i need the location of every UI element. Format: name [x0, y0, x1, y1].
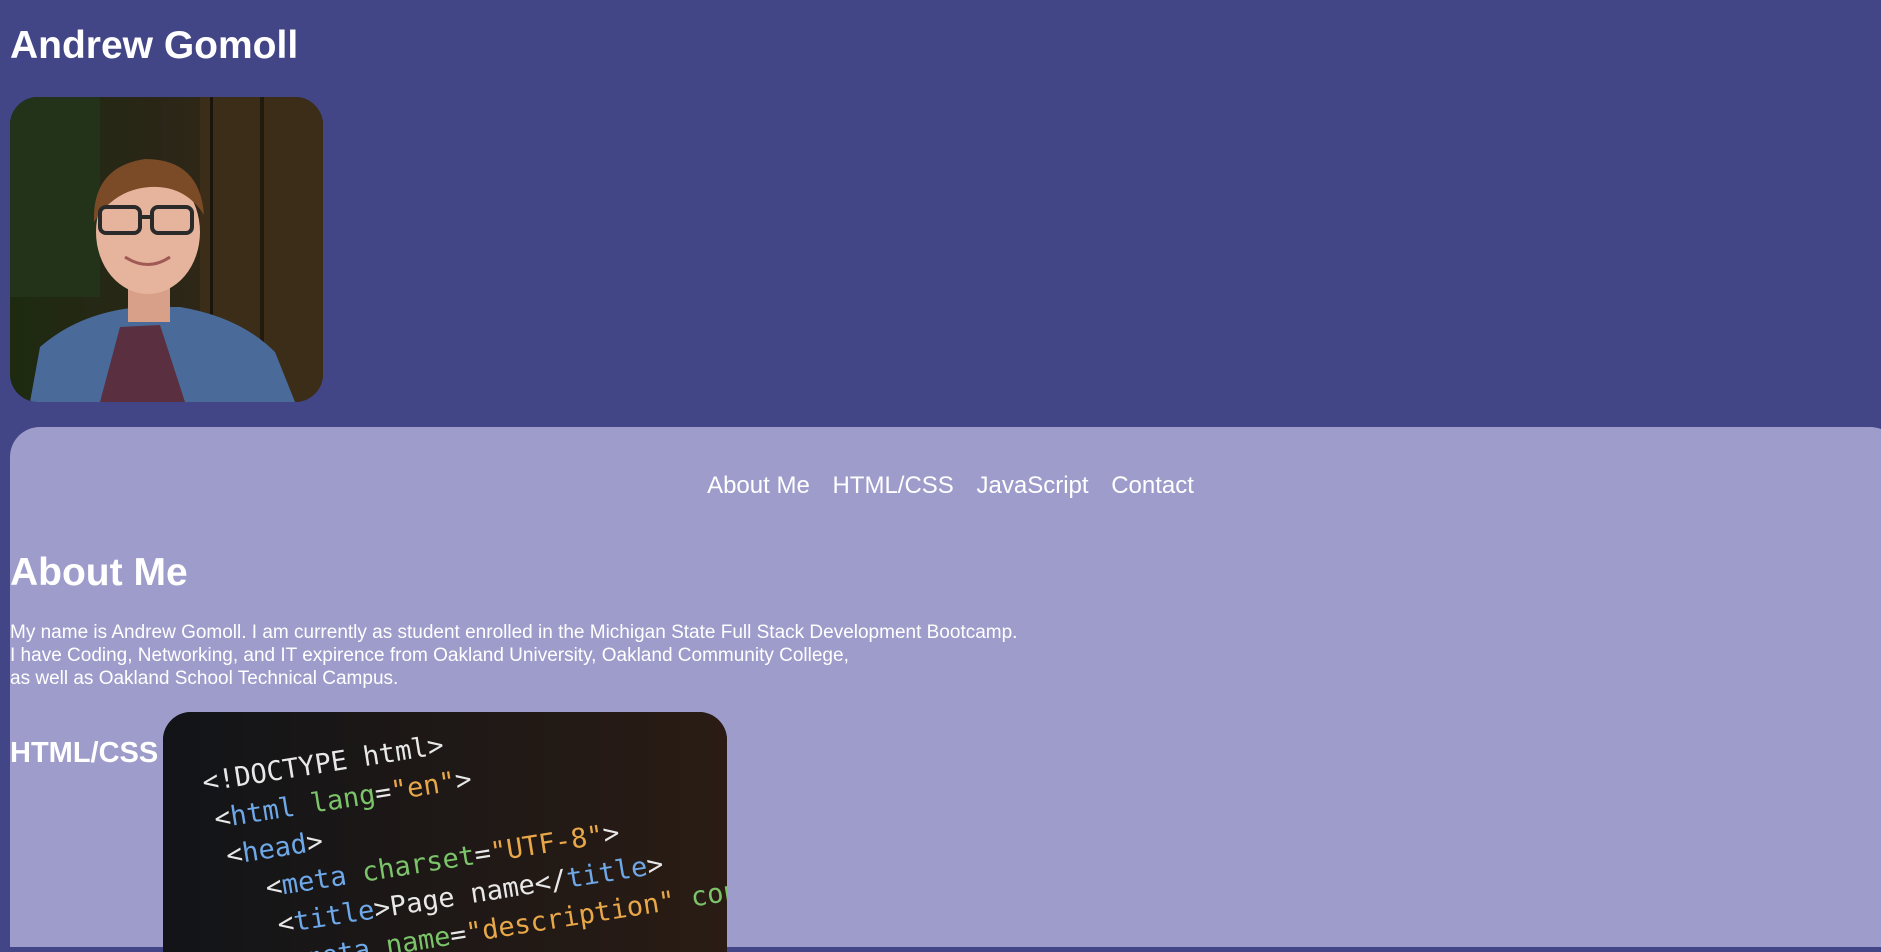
about-line: as well as Oakland School Technical Camp…	[10, 668, 399, 689]
html-code-image: <!DOCTYPE html> <html lang="en"> <head> …	[163, 712, 727, 952]
nav-html-css[interactable]: HTML/CSS	[832, 472, 953, 499]
about-heading: About Me	[10, 551, 188, 594]
about-line: My name is Andrew Gomoll. I am currently…	[10, 622, 1018, 643]
content-section: About Me HTML/CSS JavaScript Contact Abo…	[10, 427, 1881, 952]
about-line: I have Coding, Networking, and IT expire…	[10, 645, 849, 666]
nav-contact[interactable]: Contact	[1111, 472, 1194, 499]
nav-javascript[interactable]: JavaScript	[977, 472, 1089, 499]
profile-photo	[10, 97, 323, 402]
header: Andrew Gomoll	[0, 0, 1881, 427]
site-title: Andrew Gomoll	[10, 24, 299, 67]
about-text: My name is Andrew Gomoll. I am currently…	[10, 621, 1017, 690]
main-nav: About Me HTML/CSS JavaScript Contact	[10, 471, 1881, 501]
nav-about-me[interactable]: About Me	[707, 472, 810, 499]
html-css-heading: HTML/CSS	[10, 737, 159, 769]
